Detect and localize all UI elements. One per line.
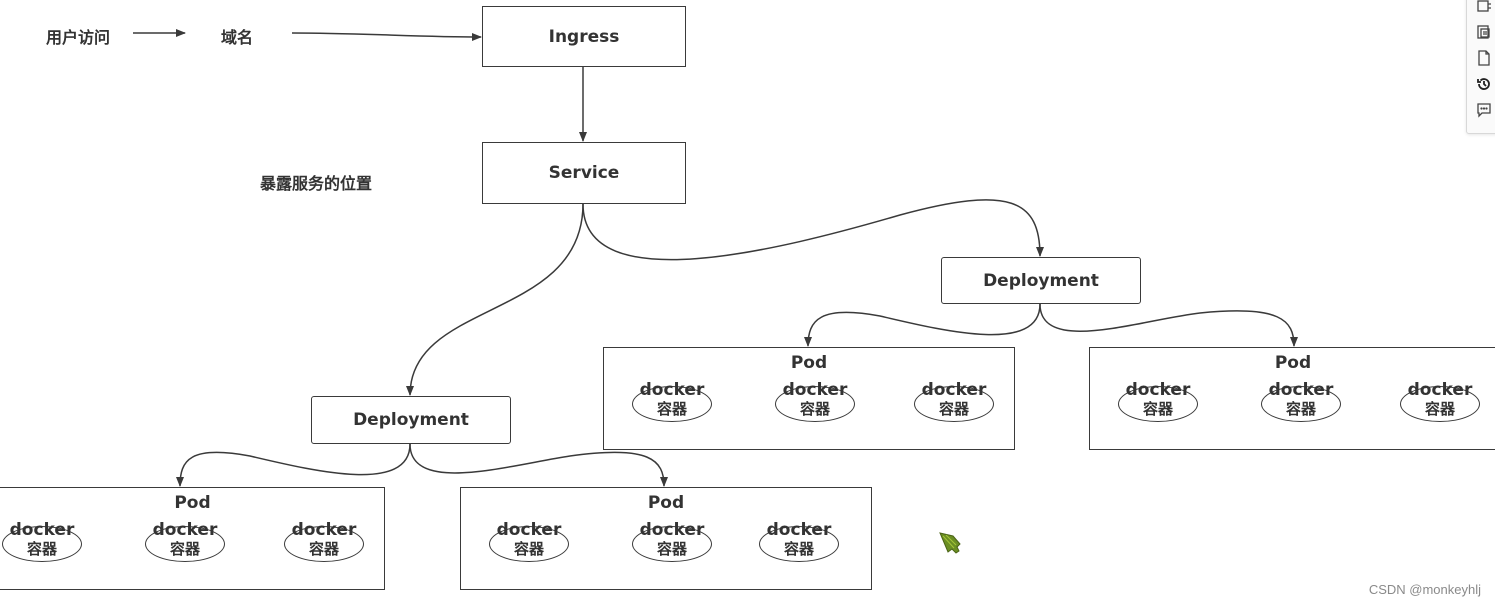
docker-container[interactable]: docker 容器 (1400, 380, 1480, 422)
ingress-label: Ingress (548, 26, 620, 47)
file-icon[interactable] (1475, 49, 1493, 67)
edge-deployment-right-to-pod-1 (804, 303, 1041, 347)
user-access-label: 用户访问 (46, 28, 111, 47)
edge-service-to-deployment-left (406, 203, 584, 396)
docker-container[interactable]: docker 容器 (632, 520, 712, 562)
comment-icon[interactable] (1475, 101, 1493, 119)
container-name: docker (1125, 380, 1191, 400)
container-label: 容器 (656, 400, 687, 418)
container-label: 容器 (308, 540, 339, 558)
container-label: 容器 (783, 540, 814, 558)
container-name: docker (152, 520, 218, 540)
docker-container[interactable]: docker 容器 (1261, 380, 1341, 422)
docker-container[interactable]: docker 容器 (775, 380, 855, 422)
container-label: 容器 (26, 540, 57, 558)
edge-deployment-left-to-pod-3 (176, 443, 411, 487)
pod-box[interactable]: Pod docker 容器 docker 容器 docker 容器 (460, 487, 872, 590)
pod-box[interactable]: Pod docker 容器 docker 容器 docker 容器 (0, 487, 385, 590)
side-toolbar (1466, 0, 1495, 134)
container-name: docker (9, 520, 75, 540)
pod-box[interactable]: Pod docker 容器 docker 容器 docker 容器 (603, 347, 1015, 450)
docker-container[interactable]: docker 容器 (914, 380, 994, 422)
container-name: docker (921, 380, 987, 400)
mouse-cursor-icon (939, 532, 961, 554)
container-label: 容器 (1285, 400, 1316, 418)
pod-title: Pod (790, 353, 828, 373)
container-label: 容器 (1424, 400, 1455, 418)
container-name: docker (639, 520, 705, 540)
deployment-label: Deployment (983, 270, 1099, 291)
deployment-label: Deployment (353, 410, 469, 430)
docker-container[interactable]: docker 容器 (1118, 380, 1198, 422)
docker-container[interactable]: docker 容器 (632, 380, 712, 422)
container-label: 容器 (513, 540, 544, 558)
container-name: docker (496, 520, 562, 540)
container-label: 容器 (938, 400, 969, 418)
container-name: docker (1407, 380, 1473, 400)
edge-domain-to-ingress (291, 32, 482, 41)
edge-service-to-deployment-right (582, 199, 1044, 261)
container-name: docker (291, 520, 357, 540)
crop-icon[interactable] (1475, 0, 1493, 15)
history-icon[interactable] (1475, 75, 1493, 93)
edge-deployment-right-to-pod-2 (1039, 303, 1298, 347)
service-label: Service (548, 163, 620, 183)
container-label: 容器 (1142, 400, 1173, 418)
docker-container[interactable]: docker 容器 (759, 520, 839, 562)
container-name: docker (639, 380, 705, 400)
deployment-node-right[interactable]: Deployment (941, 257, 1141, 304)
container-name: docker (766, 520, 832, 540)
pod-box[interactable]: Pod docker 容器 docker 容器 docker 容器 (1089, 347, 1495, 450)
deployment-node-left[interactable]: Deployment (311, 396, 511, 444)
domain-label: 域名 (221, 28, 254, 47)
ingress-node[interactable]: Ingress (482, 6, 686, 67)
pod-title: Pod (174, 493, 211, 513)
container-name: docker (782, 380, 848, 400)
service-node[interactable]: Service (482, 142, 686, 204)
docker-container[interactable]: docker 容器 (489, 520, 569, 562)
watermark: CSDN @monkeyhlj (1368, 582, 1481, 597)
container-label: 容器 (799, 400, 830, 418)
container-name: docker (1268, 380, 1334, 400)
expose-position-label: 暴露服务的位置 (260, 174, 373, 193)
edge-deployment-left-to-pod-4 (409, 443, 668, 487)
docker-container[interactable]: docker 容器 (2, 520, 82, 562)
docker-container[interactable]: docker 容器 (284, 520, 364, 562)
pod-title: Pod (647, 493, 685, 513)
pod-title: Pod (1274, 353, 1312, 373)
container-label: 容器 (656, 540, 687, 558)
container-label: 容器 (169, 540, 200, 558)
copy-icon[interactable] (1475, 23, 1493, 41)
docker-container[interactable]: docker 容器 (145, 520, 225, 562)
